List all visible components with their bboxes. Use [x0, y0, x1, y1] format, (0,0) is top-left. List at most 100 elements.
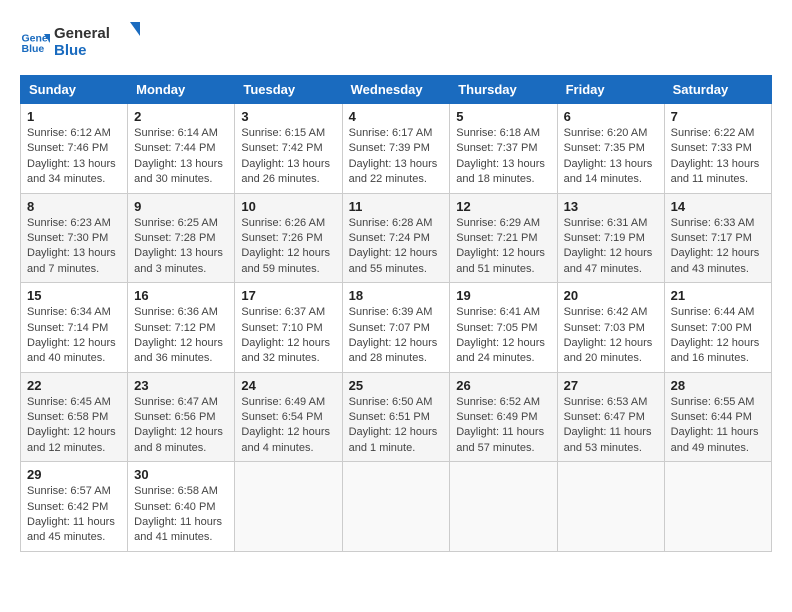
sunrise-label: Sunrise: 6:45 AM	[27, 396, 111, 408]
calendar-cell: 19 Sunrise: 6:41 AM Sunset: 7:05 PM Dayl…	[450, 283, 557, 373]
daylight-label: Daylight: 11 hours and 57 minutes.	[456, 426, 544, 453]
day-number: 8	[27, 199, 121, 214]
sunset-label: Sunset: 7:46 PM	[27, 142, 108, 154]
day-number: 2	[134, 109, 228, 124]
sunset-label: Sunset: 7:33 PM	[671, 142, 752, 154]
header-monday: Monday	[128, 76, 235, 104]
daylight-label: Daylight: 13 hours and 3 minutes.	[134, 247, 223, 274]
day-info: Sunrise: 6:52 AM Sunset: 6:49 PM Dayligh…	[456, 395, 550, 457]
header-saturday: Saturday	[664, 76, 771, 104]
sunset-label: Sunset: 7:19 PM	[564, 232, 645, 244]
sunset-label: Sunset: 7:30 PM	[27, 232, 108, 244]
daylight-label: Daylight: 11 hours and 45 minutes.	[27, 516, 115, 543]
calendar-cell: 20 Sunrise: 6:42 AM Sunset: 7:03 PM Dayl…	[557, 283, 664, 373]
daylight-label: Daylight: 11 hours and 49 minutes.	[671, 426, 759, 453]
sunrise-label: Sunrise: 6:41 AM	[456, 306, 540, 318]
day-info: Sunrise: 6:33 AM Sunset: 7:17 PM Dayligh…	[671, 216, 765, 278]
logo: General Blue General Blue	[20, 20, 144, 65]
calendar-cell: 25 Sunrise: 6:50 AM Sunset: 6:51 PM Dayl…	[342, 372, 450, 462]
day-info: Sunrise: 6:49 AM Sunset: 6:54 PM Dayligh…	[241, 395, 335, 457]
sunset-label: Sunset: 7:07 PM	[349, 322, 430, 334]
day-info: Sunrise: 6:58 AM Sunset: 6:40 PM Dayligh…	[134, 484, 228, 546]
header-wednesday: Wednesday	[342, 76, 450, 104]
day-number: 14	[671, 199, 765, 214]
day-number: 3	[241, 109, 335, 124]
sunset-label: Sunset: 6:42 PM	[27, 501, 108, 513]
sunrise-label: Sunrise: 6:15 AM	[241, 127, 325, 139]
daylight-label: Daylight: 12 hours and 24 minutes.	[456, 337, 545, 364]
sunset-label: Sunset: 7:44 PM	[134, 142, 215, 154]
daylight-label: Daylight: 12 hours and 36 minutes.	[134, 337, 223, 364]
sunrise-label: Sunrise: 6:17 AM	[349, 127, 433, 139]
daylight-label: Daylight: 12 hours and 28 minutes.	[349, 337, 438, 364]
sunrise-label: Sunrise: 6:37 AM	[241, 306, 325, 318]
calendar-cell: 21 Sunrise: 6:44 AM Sunset: 7:00 PM Dayl…	[664, 283, 771, 373]
svg-text:Blue: Blue	[22, 43, 45, 55]
sunrise-label: Sunrise: 6:23 AM	[27, 217, 111, 229]
daylight-label: Daylight: 11 hours and 41 minutes.	[134, 516, 222, 543]
sunset-label: Sunset: 7:35 PM	[564, 142, 645, 154]
header-friday: Friday	[557, 76, 664, 104]
calendar-cell: 9 Sunrise: 6:25 AM Sunset: 7:28 PM Dayli…	[128, 193, 235, 283]
calendar-cell: 7 Sunrise: 6:22 AM Sunset: 7:33 PM Dayli…	[664, 104, 771, 194]
daylight-label: Daylight: 13 hours and 30 minutes.	[134, 158, 223, 185]
day-number: 24	[241, 378, 335, 393]
day-info: Sunrise: 6:18 AM Sunset: 7:37 PM Dayligh…	[456, 126, 550, 188]
sunrise-label: Sunrise: 6:55 AM	[671, 396, 755, 408]
daylight-label: Daylight: 12 hours and 51 minutes.	[456, 247, 545, 274]
sunrise-label: Sunrise: 6:57 AM	[27, 485, 111, 497]
calendar-cell: 10 Sunrise: 6:26 AM Sunset: 7:26 PM Dayl…	[235, 193, 342, 283]
sunset-label: Sunset: 7:12 PM	[134, 322, 215, 334]
day-info: Sunrise: 6:29 AM Sunset: 7:21 PM Dayligh…	[456, 216, 550, 278]
day-info: Sunrise: 6:41 AM Sunset: 7:05 PM Dayligh…	[456, 305, 550, 367]
calendar-cell	[342, 462, 450, 552]
sunrise-label: Sunrise: 6:25 AM	[134, 217, 218, 229]
sunrise-label: Sunrise: 6:52 AM	[456, 396, 540, 408]
daylight-label: Daylight: 13 hours and 14 minutes.	[564, 158, 653, 185]
day-info: Sunrise: 6:44 AM Sunset: 7:00 PM Dayligh…	[671, 305, 765, 367]
calendar-cell: 1 Sunrise: 6:12 AM Sunset: 7:46 PM Dayli…	[21, 104, 128, 194]
calendar-cell	[664, 462, 771, 552]
day-number: 26	[456, 378, 550, 393]
day-info: Sunrise: 6:55 AM Sunset: 6:44 PM Dayligh…	[671, 395, 765, 457]
svg-text:Blue: Blue	[54, 42, 87, 59]
day-number: 9	[134, 199, 228, 214]
sunrise-label: Sunrise: 6:29 AM	[456, 217, 540, 229]
sunrise-label: Sunrise: 6:12 AM	[27, 127, 111, 139]
daylight-label: Daylight: 12 hours and 55 minutes.	[349, 247, 438, 274]
sunrise-label: Sunrise: 6:50 AM	[349, 396, 433, 408]
week-row-5: 29 Sunrise: 6:57 AM Sunset: 6:42 PM Dayl…	[21, 462, 772, 552]
daylight-label: Daylight: 13 hours and 11 minutes.	[671, 158, 760, 185]
calendar-cell	[557, 462, 664, 552]
day-info: Sunrise: 6:20 AM Sunset: 7:35 PM Dayligh…	[564, 126, 658, 188]
day-info: Sunrise: 6:31 AM Sunset: 7:19 PM Dayligh…	[564, 216, 658, 278]
sunset-label: Sunset: 7:39 PM	[349, 142, 430, 154]
day-info: Sunrise: 6:39 AM Sunset: 7:07 PM Dayligh…	[349, 305, 444, 367]
header-sunday: Sunday	[21, 76, 128, 104]
day-number: 6	[564, 109, 658, 124]
sunset-label: Sunset: 6:58 PM	[27, 411, 108, 423]
day-number: 18	[349, 288, 444, 303]
sunrise-label: Sunrise: 6:47 AM	[134, 396, 218, 408]
logo-icon: General Blue	[20, 28, 50, 58]
day-number: 17	[241, 288, 335, 303]
calendar-cell	[235, 462, 342, 552]
day-number: 5	[456, 109, 550, 124]
day-number: 22	[27, 378, 121, 393]
calendar-cell: 3 Sunrise: 6:15 AM Sunset: 7:42 PM Dayli…	[235, 104, 342, 194]
day-number: 28	[671, 378, 765, 393]
daylight-label: Daylight: 12 hours and 32 minutes.	[241, 337, 330, 364]
calendar-table: SundayMondayTuesdayWednesdayThursdayFrid…	[20, 75, 772, 552]
daylight-label: Daylight: 13 hours and 22 minutes.	[349, 158, 438, 185]
day-number: 7	[671, 109, 765, 124]
day-number: 19	[456, 288, 550, 303]
week-row-3: 15 Sunrise: 6:34 AM Sunset: 7:14 PM Dayl…	[21, 283, 772, 373]
sunrise-label: Sunrise: 6:33 AM	[671, 217, 755, 229]
calendar-cell: 23 Sunrise: 6:47 AM Sunset: 6:56 PM Dayl…	[128, 372, 235, 462]
day-info: Sunrise: 6:14 AM Sunset: 7:44 PM Dayligh…	[134, 126, 228, 188]
day-number: 25	[349, 378, 444, 393]
daylight-label: Daylight: 12 hours and 8 minutes.	[134, 426, 223, 453]
daylight-label: Daylight: 12 hours and 16 minutes.	[671, 337, 760, 364]
day-number: 15	[27, 288, 121, 303]
calendar-cell: 16 Sunrise: 6:36 AM Sunset: 7:12 PM Dayl…	[128, 283, 235, 373]
